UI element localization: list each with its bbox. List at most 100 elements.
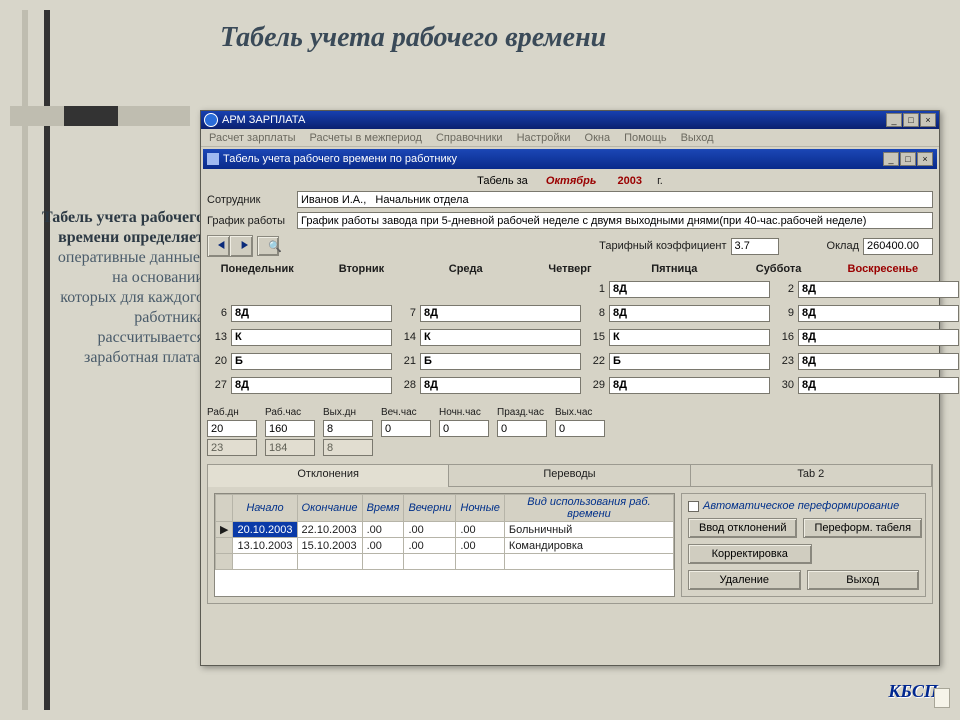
- day-value-field[interactable]: [231, 329, 392, 346]
- day-value-field[interactable]: [420, 377, 581, 394]
- page-corner-icon: [934, 688, 950, 708]
- grid-cell[interactable]: 20.10.2003: [233, 522, 297, 538]
- grid-cell[interactable]: 13.10.2003: [233, 538, 297, 554]
- day-value-field[interactable]: [231, 305, 392, 322]
- day-value-field[interactable]: [231, 377, 392, 394]
- app-icon: [204, 113, 218, 127]
- tariff-field[interactable]: [731, 238, 779, 255]
- app-window: АРМ ЗАРПЛАТА _ □ × Расчет зарплаты Расче…: [200, 110, 940, 666]
- row-selector[interactable]: ▶: [216, 522, 233, 538]
- grid-header[interactable]: Ночные: [456, 495, 505, 522]
- day-value-field[interactable]: [609, 353, 770, 370]
- reform-button[interactable]: Переформ. табеля: [803, 518, 922, 538]
- totals-block: Раб.днРаб.часВых.днВеч.часНочн.часПразд.…: [207, 407, 933, 456]
- day-value-field[interactable]: [798, 353, 959, 370]
- inner-close-button[interactable]: ×: [917, 152, 933, 166]
- auto-reform-label: Автоматическое переформирование: [703, 500, 899, 512]
- menu-salary[interactable]: Расчет зарплаты: [209, 132, 296, 144]
- prev-arrow-button[interactable]: [208, 236, 230, 256]
- grid-cell[interactable]: .00: [362, 522, 404, 538]
- grid-header[interactable]: Начало: [233, 495, 297, 522]
- grid-cell[interactable]: .00: [404, 522, 456, 538]
- menu-interperiod[interactable]: Расчеты в межпериод: [310, 132, 422, 144]
- day-value-field[interactable]: [420, 353, 581, 370]
- total-col: Веч.час: [381, 407, 431, 456]
- deviations-grid[interactable]: НачалоОкончаниеВремяВечерниНочныеВид исп…: [214, 493, 675, 597]
- total-row1-field[interactable]: [439, 420, 489, 437]
- next-arrow-button[interactable]: [230, 236, 252, 256]
- day-value-field[interactable]: [609, 377, 770, 394]
- schedule-field[interactable]: [297, 212, 933, 229]
- grid-cell[interactable]: 15.10.2003: [297, 538, 362, 554]
- day-cell: 7: [396, 303, 581, 323]
- close-button[interactable]: ×: [920, 113, 936, 127]
- day-cell: 8: [585, 303, 770, 323]
- total-row1-field[interactable]: [323, 420, 373, 437]
- day-value-field[interactable]: [231, 353, 392, 370]
- day-value-field[interactable]: [609, 281, 770, 298]
- day-cell: 1: [585, 279, 770, 299]
- day-cell: 30: [774, 375, 959, 395]
- grid-header[interactable]: Окончание: [297, 495, 362, 522]
- total-header: Вых.дн: [323, 407, 373, 418]
- day-number: 27: [207, 379, 227, 391]
- tab-tab2[interactable]: Tab 2: [691, 465, 932, 487]
- day-value-field[interactable]: [798, 305, 959, 322]
- day-value-field[interactable]: [420, 305, 581, 322]
- day-number: 23: [774, 355, 794, 367]
- inner-minimize-button[interactable]: _: [883, 152, 899, 166]
- grid-header[interactable]: Время: [362, 495, 404, 522]
- exit-button[interactable]: Выход: [807, 570, 920, 590]
- tabs-container: Отклонения Переводы Tab 2 НачалоОкончани…: [207, 464, 933, 604]
- day-value-field[interactable]: [798, 329, 959, 346]
- delete-button[interactable]: Удаление: [688, 570, 801, 590]
- grid-header[interactable]: Вид использования раб. времени: [504, 495, 673, 522]
- grid-cell[interactable]: .00: [404, 538, 456, 554]
- day-value-field[interactable]: [609, 305, 770, 322]
- employee-field[interactable]: [297, 191, 933, 208]
- menu-help[interactable]: Помощь: [624, 132, 667, 144]
- grid-header[interactable]: Вечерни: [404, 495, 456, 522]
- tab-transfers[interactable]: Переводы: [449, 465, 690, 487]
- correct-button[interactable]: Корректировка: [688, 544, 812, 564]
- add-deviation-button[interactable]: Ввод отклонений: [688, 518, 797, 538]
- auto-reform-checkbox[interactable]: Автоматическое переформирование: [688, 500, 919, 512]
- preview-button[interactable]: 🔍: [257, 236, 279, 256]
- day-value-field[interactable]: [798, 377, 959, 394]
- total-row1-field[interactable]: [265, 420, 315, 437]
- dow-sun: Воскресенье: [833, 263, 933, 275]
- total-col: Вых.дн: [323, 407, 373, 456]
- row-selector[interactable]: [216, 538, 233, 554]
- grid-cell[interactable]: .00: [456, 522, 505, 538]
- total-row1-field[interactable]: [497, 420, 547, 437]
- menu-directories[interactable]: Справочники: [436, 132, 503, 144]
- total-col: Вых.час: [555, 407, 605, 456]
- day-cell: 16: [774, 327, 959, 347]
- menu-settings[interactable]: Настройки: [517, 132, 571, 144]
- day-cell: 6: [207, 303, 392, 323]
- side-panel: Автоматическое переформирование Ввод отк…: [681, 493, 926, 597]
- day-number: 8: [585, 307, 605, 319]
- grid-cell[interactable]: Больничный: [504, 522, 673, 538]
- grid-cell[interactable]: .00: [362, 538, 404, 554]
- menu-windows[interactable]: Окна: [585, 132, 611, 144]
- minimize-button[interactable]: _: [886, 113, 902, 127]
- maximize-button[interactable]: □: [903, 113, 919, 127]
- day-value-field[interactable]: [798, 281, 959, 298]
- day-number: 7: [396, 307, 416, 319]
- grid-cell[interactable]: .00: [456, 538, 505, 554]
- total-row1-field[interactable]: [381, 420, 431, 437]
- dow-mon: Понедельник: [207, 263, 307, 275]
- menu-exit[interactable]: Выход: [681, 132, 714, 144]
- day-value-field[interactable]: [609, 329, 770, 346]
- grid-cell[interactable]: Командировка: [504, 538, 673, 554]
- total-row1-field[interactable]: [555, 420, 605, 437]
- tab-deviations[interactable]: Отклонения: [208, 465, 449, 487]
- total-row1-field[interactable]: [207, 420, 257, 437]
- day-value-field[interactable]: [420, 329, 581, 346]
- grid-cell[interactable]: 22.10.2003: [297, 522, 362, 538]
- dow-sat: Суббота: [728, 263, 828, 275]
- salary-field[interactable]: [863, 238, 933, 255]
- inner-restore-button[interactable]: □: [900, 152, 916, 166]
- inner-icon: [207, 153, 219, 165]
